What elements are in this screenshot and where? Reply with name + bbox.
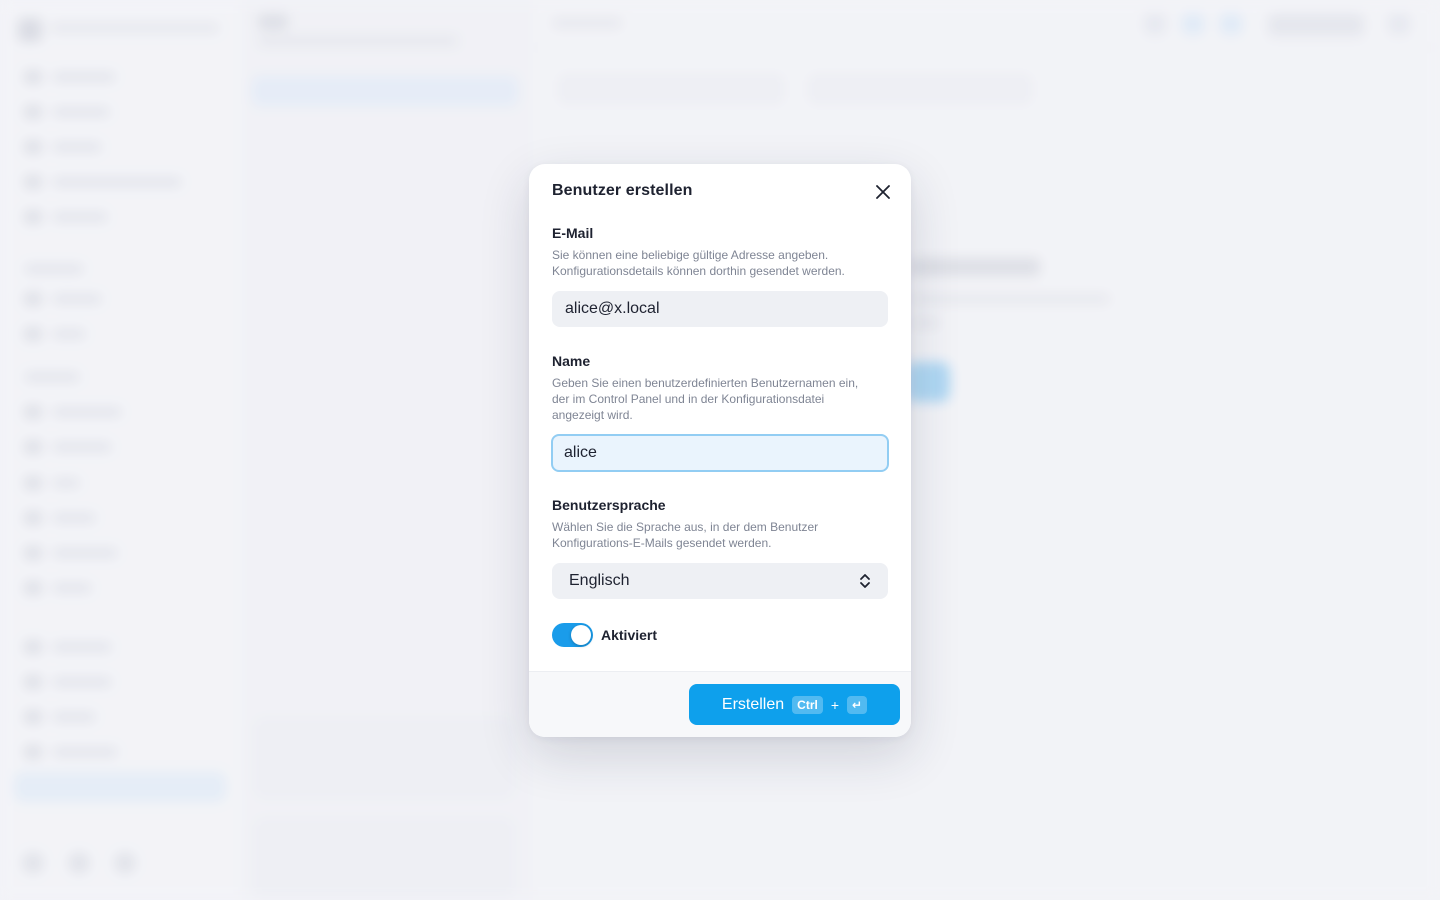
- create-button[interactable]: Erstellen Ctrl + ↵: [689, 684, 900, 725]
- close-icon: [876, 185, 890, 199]
- dialog-footer: Erstellen Ctrl + ↵: [529, 671, 911, 737]
- email-field[interactable]: alice@x.local: [552, 291, 888, 327]
- enter-key-icon: ↵: [847, 695, 868, 714]
- language-select[interactable]: Englisch: [552, 563, 888, 599]
- toggle-knob: [571, 625, 591, 645]
- name-help: Geben Sie einen benutzerdefinierten Benu…: [552, 376, 859, 422]
- email-value: alice@x.local: [565, 300, 660, 317]
- name-field[interactable]: alice: [551, 434, 889, 472]
- language-label: Benutzersprache: [552, 497, 666, 513]
- language-help: Wählen Sie die Sprache aus, in der dem B…: [552, 520, 819, 550]
- active-toggle-label: Aktiviert: [601, 627, 658, 643]
- create-user-dialog: Benutzer erstellen E-Mail Sie können ein…: [529, 164, 911, 737]
- chevron-up-down-icon: [860, 574, 870, 588]
- shortcut-plus: +: [830, 696, 840, 713]
- email-help: Sie können eine beliebige gültige Adress…: [552, 248, 845, 278]
- active-toggle[interactable]: [552, 623, 593, 647]
- language-selected-value: Englisch: [569, 572, 630, 589]
- name-value: alice: [564, 444, 597, 461]
- name-label: Name: [552, 353, 591, 369]
- email-label: E-Mail: [552, 225, 594, 241]
- active-toggle-row: Aktiviert: [552, 623, 657, 647]
- close-button[interactable]: [871, 180, 895, 204]
- dialog-title: Benutzer erstellen: [552, 182, 693, 199]
- create-button-label: Erstellen: [721, 695, 785, 713]
- shortcut-ctrl-key: Ctrl: [792, 695, 823, 714]
